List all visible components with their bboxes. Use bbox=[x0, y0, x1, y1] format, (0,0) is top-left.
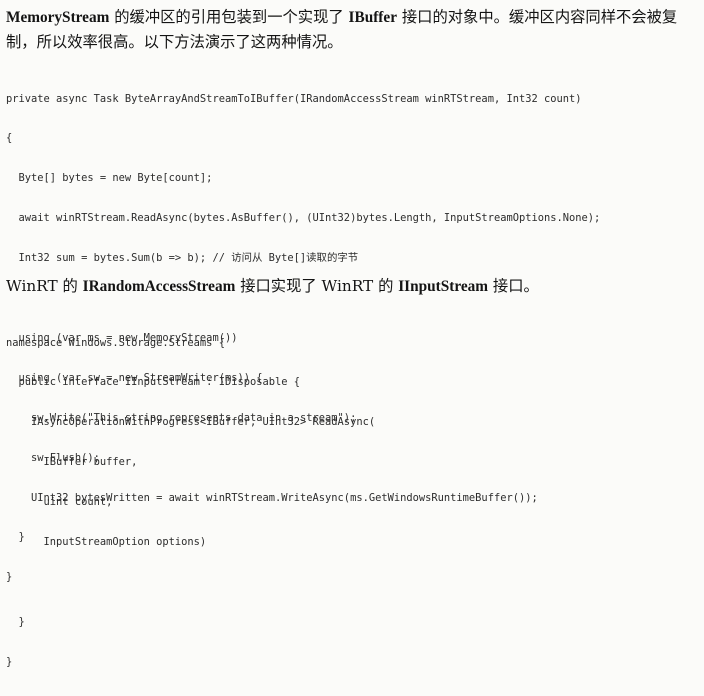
memorystream-term: MemoryStream bbox=[6, 9, 110, 26]
code-line: uint count, bbox=[6, 496, 113, 509]
code-block-iinputstream: namespace Windows.Storage.Streams { publ… bbox=[6, 310, 700, 696]
code-line: } bbox=[6, 615, 25, 628]
iinputstream-term: IInputStream bbox=[398, 278, 489, 295]
book-page: MemoryStream 的缓冲区的引用包装到一个实现了 IBuffer 接口的… bbox=[0, 0, 704, 668]
code-line: { bbox=[6, 132, 13, 145]
paragraph-text: 接口实现了 WinRT 的 bbox=[235, 277, 399, 295]
interface-paragraph: WinRT 的 IRandomAccessStream 接口实现了 WinRT … bbox=[6, 274, 700, 299]
code-line: private async Task ByteArrayAndStreamToI… bbox=[6, 92, 582, 105]
code-line: await winRTStream.ReadAsync(bytes.AsBuff… bbox=[6, 212, 601, 225]
intro-paragraph: MemoryStream 的缓冲区的引用包装到一个实现了 IBuffer 接口的… bbox=[6, 5, 700, 54]
ibuffer-term: IBuffer bbox=[348, 9, 397, 26]
code-line: Int32 sum = bytes.Sum(b => b); // 访问从 By… bbox=[6, 252, 359, 265]
paragraph-text: 的缓冲区的引用包装到一个实现了 bbox=[109, 8, 349, 26]
code-line: namespace Windows.Storage.Streams { bbox=[6, 336, 225, 349]
code-line: IBuffer buffer, bbox=[6, 456, 138, 469]
code-line: IAsyncOperationWithProgress<IBuffer, UIn… bbox=[6, 416, 376, 429]
code-line: } bbox=[6, 655, 13, 668]
paragraph-text: 接口。 bbox=[488, 277, 539, 295]
paragraph-text: WinRT 的 bbox=[6, 277, 83, 295]
code-line: public interface IInputStream : IDisposa… bbox=[6, 376, 301, 389]
code-line: Byte[] bytes = new Byte[count]; bbox=[6, 172, 213, 185]
code-line: InputStreamOption options) bbox=[6, 536, 207, 549]
irandomaccessstream-term: IRandomAccessStream bbox=[82, 278, 236, 295]
